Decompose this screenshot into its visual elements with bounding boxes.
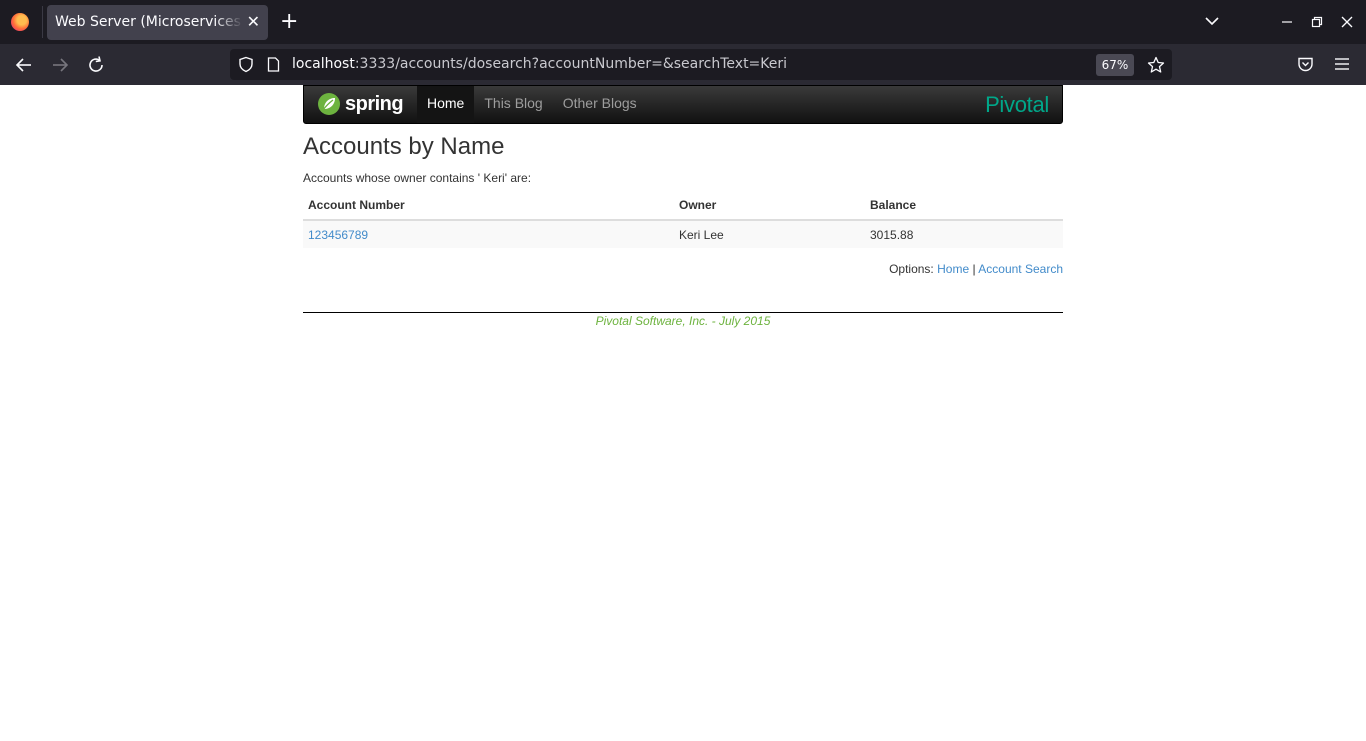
owner-cell: Keri Lee	[674, 219, 865, 248]
browser-nav-bar: localhost:3333/accounts/dosearch?account…	[0, 44, 1366, 85]
home-link[interactable]: Home	[937, 262, 969, 276]
table-row: 123456789 Keri Lee 3015.88	[303, 219, 1063, 248]
forward-arrow-icon[interactable]	[47, 52, 73, 78]
list-tabs-chevron-icon[interactable]	[1204, 15, 1220, 27]
column-header-account-number: Account Number	[303, 191, 674, 221]
firefox-logo-icon[interactable]	[11, 13, 29, 31]
balance-cell: 3015.88	[865, 219, 1063, 248]
new-tab-icon[interactable]: +	[280, 11, 298, 33]
page-info-icon[interactable]	[267, 57, 280, 72]
options-label: Options:	[889, 262, 934, 276]
column-header-owner: Owner	[674, 191, 865, 221]
spring-logo-text: spring	[345, 93, 404, 115]
column-header-balance: Balance	[865, 191, 1063, 221]
browser-tab-bar: Web Server (Microservices Blog) ✕ +	[0, 0, 1366, 44]
bookmark-star-icon[interactable]	[1147, 56, 1165, 74]
url-text[interactable]: localhost:3333/accounts/dosearch?account…	[292, 56, 787, 72]
url-bar[interactable]: localhost:3333/accounts/dosearch?account…	[230, 49, 1172, 80]
footer-divider	[303, 312, 1063, 313]
url-path: :3333/accounts/dosearch?accountNumber=&s…	[354, 56, 788, 72]
menu-hamburger-icon[interactable]	[1334, 57, 1350, 71]
accounts-table: Account Number Owner Balance 123456789 K…	[303, 191, 1063, 248]
nav-this-blog[interactable]: This Blog	[474, 86, 552, 123]
close-window-icon[interactable]	[1341, 16, 1353, 28]
url-host: localhost	[292, 56, 355, 72]
nav-home[interactable]: Home	[417, 86, 475, 123]
options-separator: |	[972, 262, 976, 276]
site-header: spring Home This Blog Other Blogs Pivota…	[303, 85, 1063, 124]
page-title: Accounts by Name	[303, 133, 505, 160]
tab-separator	[42, 6, 43, 38]
reload-icon[interactable]	[83, 52, 109, 78]
header-nav: Home This Blog Other Blogs	[417, 86, 647, 123]
active-tab[interactable]: Web Server (Microservices Blog) ✕	[47, 5, 268, 40]
spring-logo[interactable]: spring	[318, 93, 408, 117]
pivotal-logo[interactable]: Pivotal	[985, 92, 1049, 118]
account-search-link[interactable]: Account Search	[978, 262, 1063, 276]
zoom-level-badge[interactable]: 67%	[1096, 54, 1134, 76]
close-tab-icon[interactable]: ✕	[247, 12, 260, 32]
minimize-icon[interactable]	[1281, 16, 1293, 28]
nav-other-blogs[interactable]: Other Blogs	[553, 86, 647, 123]
tab-title: Web Server (Microservices Blog)	[55, 14, 243, 30]
table-header-row: Account Number Owner Balance	[303, 191, 1063, 221]
pocket-icon[interactable]	[1297, 56, 1314, 73]
search-summary: Accounts whose owner contains ' Keri' ar…	[303, 171, 532, 185]
account-number-link[interactable]: 123456789	[308, 228, 368, 242]
footer-text: Pivotal Software, Inc. - July 2015	[595, 314, 771, 328]
options-links: Options: Home | Account Search	[889, 262, 1063, 276]
spring-leaf-icon	[318, 93, 340, 115]
shield-icon[interactable]	[238, 56, 254, 73]
restore-icon[interactable]	[1311, 16, 1323, 28]
account-number-cell: 123456789	[303, 219, 674, 248]
back-arrow-icon[interactable]	[11, 52, 37, 78]
